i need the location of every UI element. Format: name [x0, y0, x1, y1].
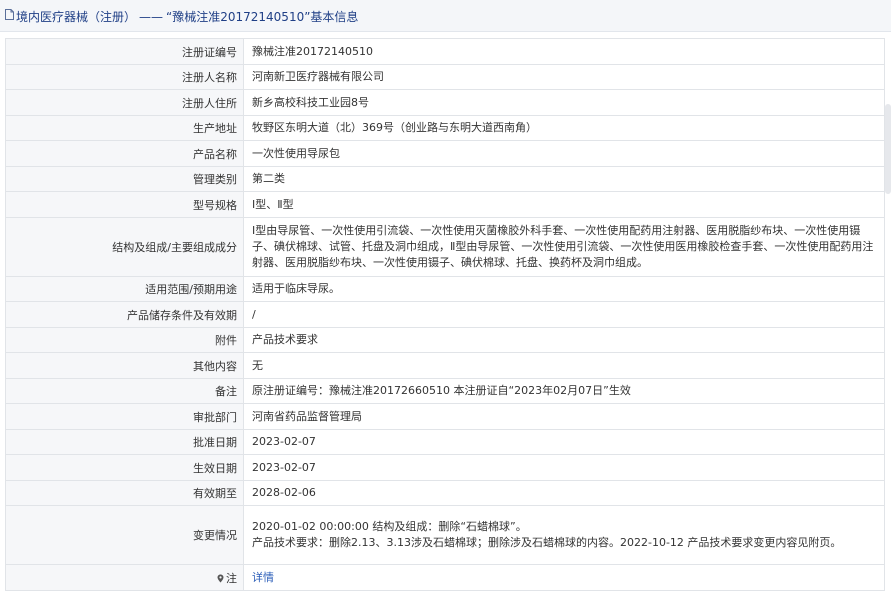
field-label: 有效期至: [5, 480, 244, 506]
field-value: 产品技术要求: [243, 327, 885, 353]
field-label: 产品储存条件及有效期: [5, 301, 244, 328]
field-label: 结构及组成/主要组成成分: [5, 217, 244, 277]
field-value: 河南省药品监督管理局: [243, 403, 885, 430]
field-label: 审批部门: [5, 403, 244, 430]
table-row: 生产地址 牧野区东明大道（北）369号（创业路与东明大道西南角）: [5, 115, 885, 141]
scrollbar[interactable]: [885, 104, 891, 194]
table-row: 其他内容无: [5, 352, 885, 379]
field-value: 第二类: [243, 166, 885, 192]
field-value: 河南新卫医疗器械有限公司: [243, 64, 885, 90]
field-value: 豫械注准20172140510: [243, 38, 885, 65]
field-label: 管理类别: [5, 166, 244, 192]
table-row: 产品储存条件及有效期 /: [5, 301, 885, 328]
change-label: 变更情况: [5, 505, 244, 565]
table-row: 结构及组成/主要组成成分 Ⅰ型由导尿管、一次性使用引流袋、一次性使用灭菌橡胶外科手…: [5, 217, 885, 277]
change-line-2: 产品技术要求：删除2.13、3.13涉及石蜡棉球；删除涉及石蜡棉球的内容。202…: [252, 536, 842, 549]
field-label: 附件: [5, 327, 244, 353]
table-row: 管理类别 第二类: [5, 166, 885, 192]
title-bar: 境内医疗器械（注册） —— “豫械注准20172140510”基本信息: [0, 0, 891, 32]
document-icon: [5, 9, 14, 20]
change-value: 2020-01-02 00:00:00 结构及组成：删除“石蜡棉球”。 产品技术…: [243, 505, 885, 565]
table-row: 有效期至 2028-02-06: [5, 480, 885, 506]
table-row: 产品名称 一次性使用导尿包: [5, 140, 885, 167]
breadcrumb-separator: ——: [139, 10, 164, 24]
table-row-change: 变更情况 2020-01-02 00:00:00 结构及组成：删除“石蜡棉球”。…: [5, 505, 885, 565]
table-row: 审批部门 河南省药品监督管理局: [5, 403, 885, 430]
location-pin-icon: [217, 574, 224, 582]
table-row: 备注 原注册证编号：豫械注准20172660510 本注册证自“2023年02月0…: [5, 378, 885, 404]
note-value: 详情: [243, 564, 885, 591]
field-value: 原注册证编号：豫械注准20172660510 本注册证自“2023年02月07日…: [243, 378, 885, 404]
field-value: /: [243, 301, 885, 328]
field-value: 牧野区东明大道（北）369号（创业路与东明大道西南角）: [243, 115, 885, 141]
table-row: 型号规格 Ⅰ型、Ⅱ型: [5, 191, 885, 218]
table-row: 附件 产品技术要求: [5, 327, 885, 353]
field-value: 2028-02-06: [243, 480, 885, 506]
note-label-cell: 注: [5, 564, 244, 591]
table-row-note: 注 详情: [5, 564, 885, 591]
field-label: 注册人住所: [5, 89, 244, 116]
field-value: 一次性使用导尿包: [243, 140, 885, 167]
field-value: Ⅰ型、Ⅱ型: [243, 191, 885, 218]
table-row: 注册人名称 河南新卫医疗器械有限公司: [5, 64, 885, 90]
table-row: 批准日期 2023-02-07: [5, 429, 885, 455]
field-label: 批准日期: [5, 429, 244, 455]
field-label: 生产地址: [5, 115, 244, 141]
detail-table: 注册证编号 豫械注准20172140510 注册人名称 河南新卫医疗器械有限公司 注…: [5, 38, 885, 591]
field-label: 生效日期: [5, 454, 244, 481]
field-label: 适用范围/预期用途: [5, 276, 244, 302]
table-row: 注册证编号 豫械注准20172140510: [5, 38, 885, 65]
field-value: 2023-02-07: [243, 454, 885, 481]
table-row: 注册人住所 新乡高校科技工业园8号: [5, 89, 885, 116]
field-value: 无: [243, 352, 885, 379]
details-link[interactable]: 详情: [252, 571, 274, 584]
field-value: 新乡高校科技工业园8号: [243, 89, 885, 116]
field-value: Ⅰ型由导尿管、一次性使用引流袋、一次性使用灭菌橡胶外科手套、一次性使用配药用注射…: [243, 217, 885, 277]
breadcrumb: 境内医疗器械（注册） —— “豫械注准20172140510”基本信息: [16, 8, 358, 25]
field-label: 备注: [5, 378, 244, 404]
table-row: 适用范围/预期用途 适用于临床导尿。: [5, 276, 885, 302]
field-label: 注册证编号: [5, 38, 244, 65]
table-row: 生效日期 2023-02-07: [5, 454, 885, 481]
breadcrumb-current: “豫械注准20172140510”基本信息: [166, 10, 359, 24]
breadcrumb-section[interactable]: 境内医疗器械（注册）: [16, 10, 136, 24]
field-label: 型号规格: [5, 191, 244, 218]
field-label: 产品名称: [5, 140, 244, 167]
field-value: 适用于临床导尿。: [243, 276, 885, 302]
field-value: 2023-02-07: [243, 429, 885, 455]
field-label: 注册人名称: [5, 64, 244, 90]
change-line-1: 2020-01-02 00:00:00 结构及组成：删除“石蜡棉球”。: [252, 520, 527, 533]
field-label: 其他内容: [5, 352, 244, 379]
note-label: 注: [226, 571, 237, 585]
